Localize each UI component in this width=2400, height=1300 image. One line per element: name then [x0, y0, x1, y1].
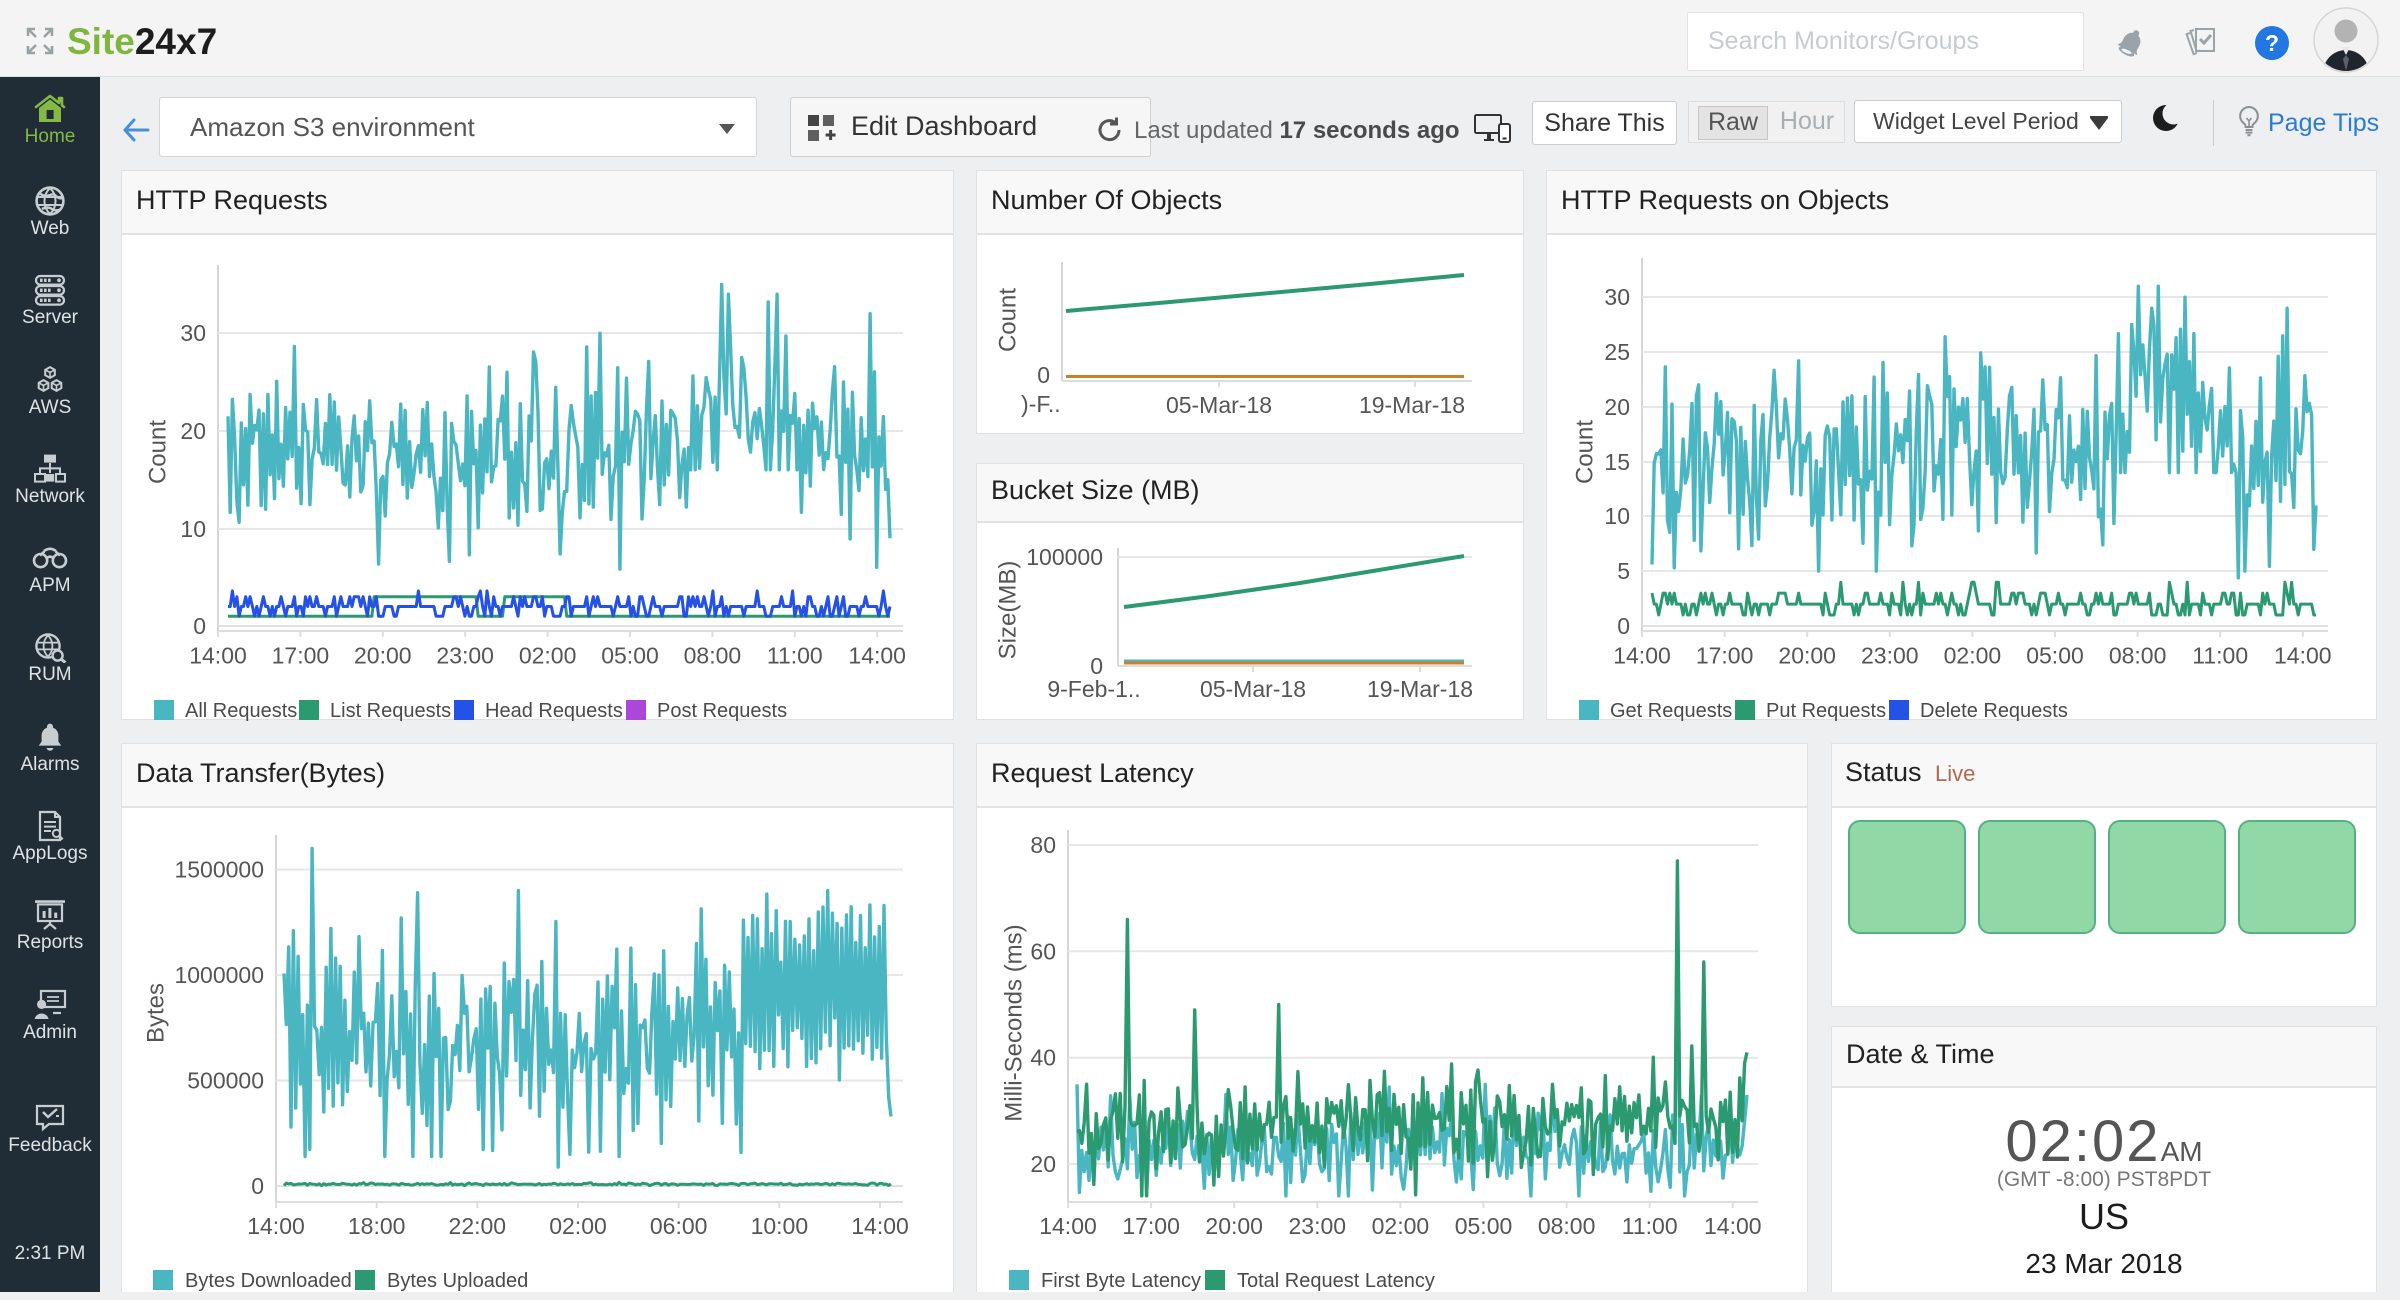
svg-text:11:00: 11:00 — [1622, 1213, 1678, 1239]
svg-text:08:00: 08:00 — [1538, 1213, 1596, 1239]
svg-text:10:00: 10:00 — [751, 1213, 809, 1239]
svg-text:First Byte Latency: First Byte Latency — [1041, 1270, 1201, 1292]
svg-text:80: 80 — [1030, 832, 1056, 858]
svg-text:14:00: 14:00 — [851, 1213, 909, 1239]
svg-text:List Requests: List Requests — [330, 700, 451, 722]
svg-text:14:00: 14:00 — [189, 643, 247, 669]
svg-text:05:00: 05:00 — [601, 643, 659, 669]
svg-text:20: 20 — [180, 418, 206, 444]
svg-text:10: 10 — [180, 516, 206, 542]
svg-text:06:00: 06:00 — [650, 1213, 708, 1239]
svg-text:02:00: 02:00 — [1944, 643, 2002, 669]
svg-text:14:00: 14:00 — [1704, 1213, 1762, 1239]
svg-text:23:00: 23:00 — [1289, 1213, 1347, 1239]
svg-text:)-F..: )-F.. — [1021, 391, 1061, 417]
svg-text:20:00: 20:00 — [1205, 1213, 1263, 1239]
svg-text:14:00: 14:00 — [247, 1213, 305, 1239]
svg-text:All Requests: All Requests — [185, 700, 297, 722]
svg-text:18:00: 18:00 — [348, 1213, 406, 1239]
svg-text:Bytes Uploaded: Bytes Uploaded — [387, 1270, 528, 1292]
svg-text:05-Mar-18: 05-Mar-18 — [1200, 676, 1306, 702]
svg-text:Get Requests: Get Requests — [1610, 700, 1732, 722]
svg-text:23:00: 23:00 — [436, 643, 494, 669]
svg-text:500000: 500000 — [187, 1068, 264, 1094]
svg-text:Bytes: Bytes — [143, 983, 170, 1043]
svg-text:30: 30 — [180, 320, 206, 346]
svg-text:02:00: 02:00 — [519, 643, 577, 669]
svg-text:20:00: 20:00 — [1778, 643, 1836, 669]
svg-text:Head Requests: Head Requests — [485, 700, 623, 722]
svg-text:60: 60 — [1030, 938, 1056, 964]
svg-text:17:00: 17:00 — [272, 643, 330, 669]
svg-text:Milli-Seconds (ms): Milli-Seconds (ms) — [1001, 924, 1028, 1121]
svg-text:08:00: 08:00 — [684, 643, 742, 669]
svg-text:11:00: 11:00 — [767, 643, 823, 669]
svg-text:19-Mar-18: 19-Mar-18 — [1367, 676, 1473, 702]
svg-text:Put Requests: Put Requests — [1766, 700, 1886, 722]
svg-text:05-Mar-18: 05-Mar-18 — [1166, 392, 1272, 418]
svg-text:0: 0 — [251, 1173, 264, 1199]
svg-text:17:00: 17:00 — [1122, 1213, 1180, 1239]
svg-text:23:00: 23:00 — [1861, 643, 1919, 669]
svg-text:100000: 100000 — [1026, 544, 1103, 570]
svg-text:0: 0 — [193, 613, 206, 639]
svg-text:0: 0 — [1617, 613, 1630, 639]
svg-text:02:00: 02:00 — [1372, 1213, 1430, 1239]
svg-text:19-Mar-18: 19-Mar-18 — [1359, 392, 1465, 418]
svg-text:Post Requests: Post Requests — [657, 700, 787, 722]
svg-text:10: 10 — [1604, 503, 1630, 529]
svg-text:0: 0 — [1037, 362, 1050, 388]
svg-text:11:00: 11:00 — [2192, 643, 2248, 669]
svg-text:1500000: 1500000 — [174, 857, 264, 883]
svg-text:9-Feb-1..: 9-Feb-1.. — [1047, 676, 1140, 702]
svg-text:14:00: 14:00 — [1613, 643, 1671, 669]
svg-text:05:00: 05:00 — [2026, 643, 2084, 669]
svg-text:25: 25 — [1604, 339, 1630, 365]
svg-text:20: 20 — [1604, 394, 1630, 420]
svg-text:Total Request Latency: Total Request Latency — [1237, 1270, 1435, 1292]
svg-text:Size(MB): Size(MB) — [995, 561, 1022, 660]
svg-text:Count: Count — [995, 288, 1022, 352]
svg-text:1000000: 1000000 — [174, 962, 264, 988]
svg-text:Delete Requests: Delete Requests — [1920, 700, 2068, 722]
svg-text:40: 40 — [1030, 1045, 1056, 1071]
svg-text:17:00: 17:00 — [1696, 643, 1754, 669]
svg-text:30: 30 — [1604, 284, 1630, 310]
svg-text:5: 5 — [1617, 558, 1630, 584]
svg-text:15: 15 — [1604, 449, 1630, 475]
svg-text:05:00: 05:00 — [1455, 1213, 1513, 1239]
svg-text:20: 20 — [1030, 1151, 1056, 1177]
svg-text:08:00: 08:00 — [2109, 643, 2167, 669]
svg-text:14:00: 14:00 — [2274, 643, 2332, 669]
svg-text:14:00: 14:00 — [848, 643, 906, 669]
svg-text:Bytes Downloaded: Bytes Downloaded — [185, 1270, 352, 1292]
svg-text:14:00: 14:00 — [1039, 1213, 1097, 1239]
svg-text:02:00: 02:00 — [549, 1213, 607, 1239]
svg-text:Count: Count — [145, 420, 172, 484]
svg-text:Count: Count — [1572, 420, 1599, 484]
svg-text:20:00: 20:00 — [354, 643, 412, 669]
svg-text:22:00: 22:00 — [449, 1213, 507, 1239]
